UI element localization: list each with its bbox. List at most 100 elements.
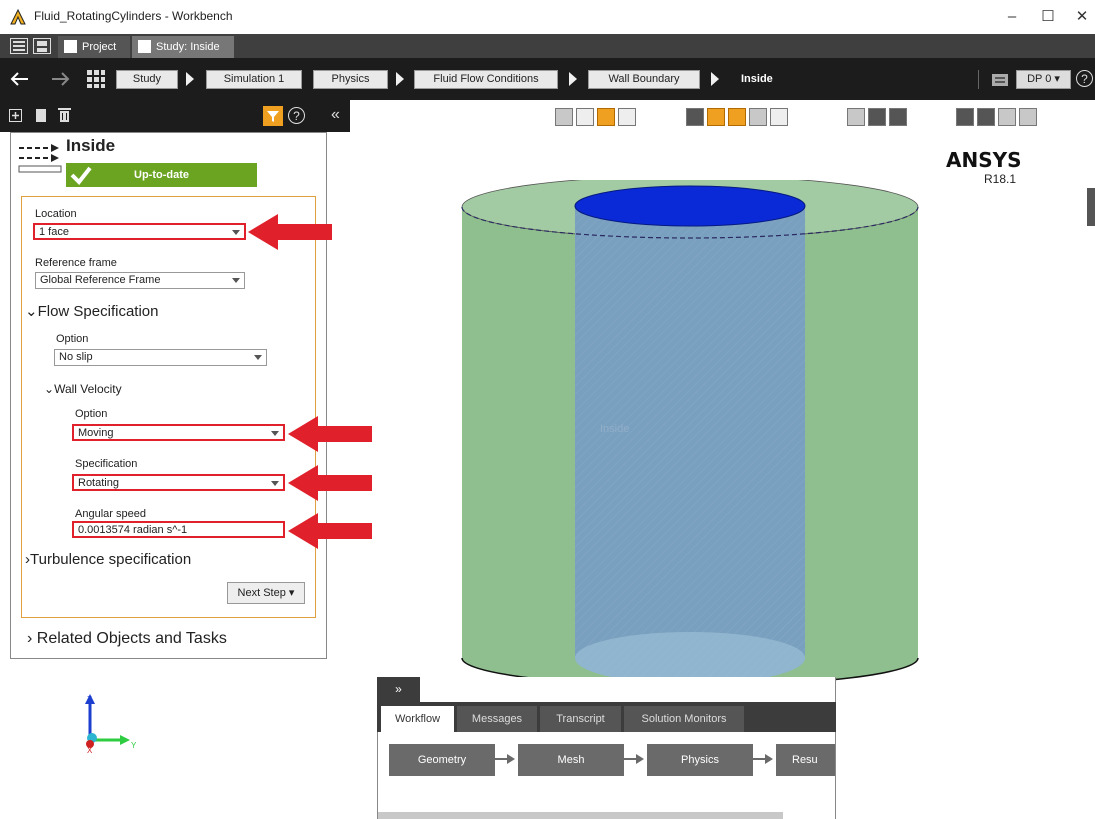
wv-option-value: Moving (78, 427, 114, 439)
back-arrow-icon[interactable] (8, 70, 30, 88)
wall-velocity-header[interactable]: ⌄Wall Velocity (44, 382, 122, 396)
status-text: Up-to-date (134, 169, 189, 181)
crumb-physics[interactable]: Physics (313, 70, 388, 89)
fit-view-icon[interactable] (889, 108, 907, 126)
crumb-chevron-icon (711, 72, 719, 86)
tab-project[interactable]: Project (58, 36, 130, 58)
ref-frame-select[interactable]: Global Reference Frame (35, 272, 245, 289)
workflow-connector (624, 758, 636, 760)
filter-icon[interactable] (263, 106, 283, 126)
next-step-button[interactable]: Next Step ▾ (227, 582, 305, 604)
grid-icon[interactable] (86, 69, 106, 89)
title-bar: Fluid_RotatingCylinders - Workbench – ☐ … (0, 0, 1095, 34)
angular-speed-label: Angular speed (75, 508, 146, 520)
crumb-study[interactable]: Study (116, 70, 178, 89)
project-tab-bar: Project Study: Inside (0, 34, 1095, 58)
annotation-arrow-icon (288, 513, 372, 549)
workflow-arrow-icon (636, 754, 644, 764)
close-button[interactable]: ✕ (1062, 6, 1095, 28)
wv-option-select[interactable]: Moving (72, 424, 285, 441)
tab-transcript[interactable]: Transcript (540, 706, 621, 732)
turbulence-header[interactable]: ›Turbulence specification (25, 551, 191, 568)
crumb-simulation[interactable]: Simulation 1 (206, 70, 302, 89)
ansys-brand: ANSYS (946, 148, 1022, 172)
display-options-icon[interactable] (770, 108, 788, 126)
workflow-node-physics[interactable]: Physics (647, 744, 753, 776)
workflow-node-geometry[interactable]: Geometry (389, 744, 495, 776)
ref-frame-label: Reference frame (35, 257, 117, 269)
status-badge: Up-to-date (66, 163, 257, 187)
tab-solution-monitors[interactable]: Solution Monitors (624, 706, 744, 732)
project-icon (64, 40, 77, 53)
display-mesh-icon[interactable] (749, 108, 767, 126)
save-icon[interactable] (33, 38, 51, 54)
ruler-icon[interactable] (868, 108, 886, 126)
select-box-icon[interactable] (618, 108, 636, 126)
window-title: Fluid_RotatingCylinders - Workbench (34, 9, 233, 23)
spec-select[interactable]: Rotating (72, 474, 285, 491)
tab-messages[interactable]: Messages (457, 706, 537, 732)
camera-reset-icon[interactable] (847, 108, 865, 126)
location-select[interactable]: 1 face (33, 223, 246, 240)
angular-speed-input[interactable]: 0.0013574 radian s^-1 (72, 521, 285, 538)
related-title: Related Objects and Tasks (36, 630, 227, 647)
select-face-icon[interactable] (576, 108, 594, 126)
panel-title: Inside (66, 136, 116, 155)
toolbar-divider (978, 70, 979, 89)
forward-arrow-icon[interactable] (50, 70, 72, 88)
crumb-current: Inside (741, 73, 773, 85)
display-shaded-icon[interactable] (707, 108, 725, 126)
tab-label: Project (82, 41, 117, 53)
display-edges-icon[interactable] (728, 108, 746, 126)
axis-y-label: Y (131, 741, 137, 750)
axis-z-label: Z (87, 695, 92, 704)
probe-icon[interactable] (998, 108, 1016, 126)
check-icon (70, 166, 92, 185)
collapse-panel-button[interactable]: « (331, 106, 340, 124)
annotation-arrow-icon (288, 465, 372, 501)
parameters-icon[interactable] (990, 70, 1010, 90)
duplicate-icon[interactable] (34, 109, 47, 122)
crumb-chevron-icon (396, 72, 404, 86)
wv-option-label: Option (75, 408, 108, 420)
flow-spec-header[interactable]: ⌄Flow Specification (25, 302, 158, 320)
select-body-icon[interactable] (597, 108, 615, 126)
bottom-panel-collapse-button[interactable]: » (377, 677, 420, 702)
select-mode-icon[interactable] (555, 108, 573, 126)
section-plane-icon[interactable] (977, 108, 995, 126)
chevron-down-icon (232, 278, 240, 283)
workflow-arrow-icon (507, 754, 515, 764)
design-point-select[interactable]: DP 0 ▾ (1016, 70, 1071, 89)
study-icon (138, 40, 151, 53)
workflow-arrow-icon (765, 754, 773, 764)
panel-help-button[interactable]: ? (288, 107, 305, 124)
crumb-wall-boundary[interactable]: Wall Boundary (588, 70, 700, 89)
horizontal-scrollbar[interactable] (378, 812, 783, 819)
add-icon[interactable] (9, 109, 22, 122)
workflow-node-mesh[interactable]: Mesh (518, 744, 624, 776)
wall-velocity-title: Wall Velocity (54, 382, 122, 396)
light-icon[interactable] (956, 108, 974, 126)
display-wire-icon[interactable] (686, 108, 704, 126)
delete-icon[interactable] (58, 108, 71, 122)
help-button[interactable]: ? (1076, 70, 1093, 87)
minimize-button[interactable]: – (992, 6, 1032, 28)
chevron-down-icon (254, 355, 262, 360)
ansys-logo-icon (10, 9, 26, 25)
option-select[interactable]: No slip (54, 349, 267, 366)
crumb-fluid-flow-conditions[interactable]: Fluid Flow Conditions (414, 70, 558, 89)
clip-icon[interactable] (1019, 108, 1037, 126)
chevron-down-icon: ⌄ (25, 303, 38, 320)
tab-study-inside[interactable]: Study: Inside (132, 36, 234, 58)
menu-icon[interactable] (10, 38, 28, 54)
annotation-arrow-icon (288, 416, 372, 452)
related-objects-header[interactable]: › Related Objects and Tasks (27, 630, 227, 648)
cylinder-model[interactable]: Inside (450, 180, 930, 700)
spec-label: Specification (75, 458, 138, 470)
ref-frame-value: Global Reference Frame (40, 274, 161, 286)
workflow-node-results[interactable]: Resu (776, 744, 835, 776)
tab-workflow[interactable]: Workflow (381, 706, 454, 732)
annotation-arrow-icon (248, 214, 332, 250)
location-label: Location (35, 208, 77, 220)
side-panel-tab[interactable] (1087, 188, 1095, 226)
